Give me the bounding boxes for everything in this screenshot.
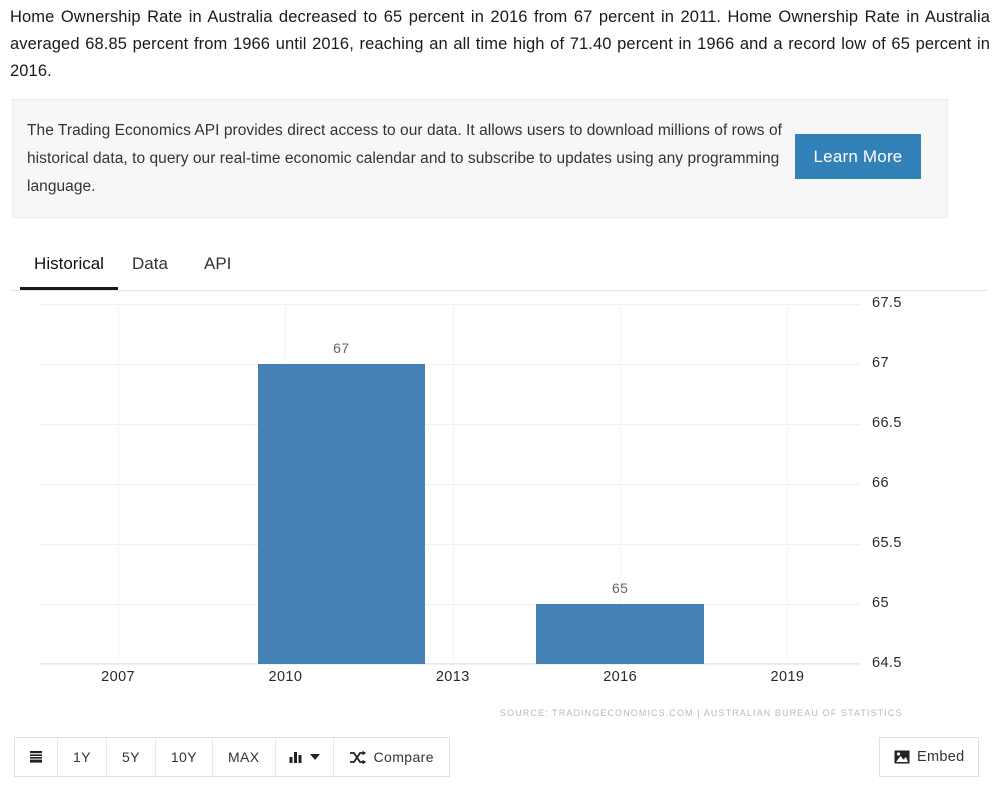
tab-data[interactable]: Data — [130, 243, 170, 290]
embed-button[interactable]: Embed — [879, 737, 980, 777]
range-button-1y[interactable]: 1Y — [58, 738, 107, 776]
y-axis-tick-label: 67.5 — [872, 295, 902, 311]
y-axis-tick-label: 65.5 — [872, 535, 902, 551]
y-axis-tick-label: 66.5 — [872, 415, 902, 431]
range-button-max[interactable]: MAX — [213, 738, 276, 776]
image-icon — [894, 750, 910, 764]
chart-gridline — [40, 664, 860, 665]
x-axis-tick-label: 2007 — [101, 669, 136, 685]
x-axis-tick-label: 2010 — [268, 669, 303, 685]
chart-source-note: SOURCE: TRADINGECONOMICS.COM | AUSTRALIA… — [500, 708, 903, 718]
embed-label: Embed — [917, 749, 965, 765]
x-axis-tick-label: 2016 — [603, 669, 638, 685]
chart-tabs: Historical Data API — [10, 243, 988, 291]
y-axis-tick-label: 67 — [872, 355, 889, 371]
compare-label: Compare — [373, 749, 434, 765]
chart-vertical-gridline — [787, 304, 789, 664]
y-axis-tick-label: 65 — [872, 595, 889, 611]
chart-vertical-gridline — [452, 304, 454, 664]
range-button-5y[interactable]: 5Y — [107, 738, 156, 776]
chart-gridline — [40, 484, 860, 485]
list-view-button[interactable] — [15, 738, 58, 776]
api-promo-box: The Trading Economics API provides direc… — [12, 99, 948, 218]
chart-gridline — [40, 304, 860, 305]
compare-button[interactable]: Compare — [334, 738, 449, 776]
chart-bar-value-label: 67 — [333, 340, 350, 356]
learn-more-button[interactable]: Learn More — [795, 134, 921, 179]
chart-gridline — [40, 424, 860, 425]
list-icon — [28, 749, 44, 765]
page-intro-paragraph: Home Ownership Rate in Australia decreas… — [10, 8, 990, 80]
tab-api[interactable]: API — [202, 243, 233, 290]
y-axis-tick-label: 66 — [872, 475, 889, 491]
chart-plot-area[interactable]: 67 65 — [40, 304, 860, 665]
chart-type-dropdown[interactable] — [276, 738, 334, 776]
chevron-down-icon — [309, 753, 320, 761]
x-axis-tick-label: 2019 — [770, 669, 805, 685]
chart-gridline — [40, 544, 860, 545]
chart-bar[interactable] — [257, 364, 425, 664]
shuffle-icon — [349, 750, 366, 765]
x-axis-tick-label: 2013 — [435, 669, 470, 685]
y-axis-tick-label: 64.5 — [872, 655, 902, 671]
range-button-10y[interactable]: 10Y — [156, 738, 213, 776]
chart-vertical-gridline — [118, 304, 120, 664]
chart-bar[interactable] — [536, 604, 704, 664]
api-promo-text: The Trading Economics API provides direc… — [27, 122, 782, 195]
chart-bar-value-label: 65 — [612, 580, 629, 596]
chart-gridline — [40, 364, 860, 365]
bar-chart-icon — [289, 750, 304, 764]
tab-historical[interactable]: Historical — [20, 243, 118, 290]
chart-toolbar: 1Y 5Y 10Y MAX Compare — [14, 737, 450, 777]
chart-gridline — [40, 604, 860, 605]
historical-chart: 67 65 67.5 67 66.5 66 65.5 65 64.5 2007 2010 2013… — [0, 295, 1000, 726]
